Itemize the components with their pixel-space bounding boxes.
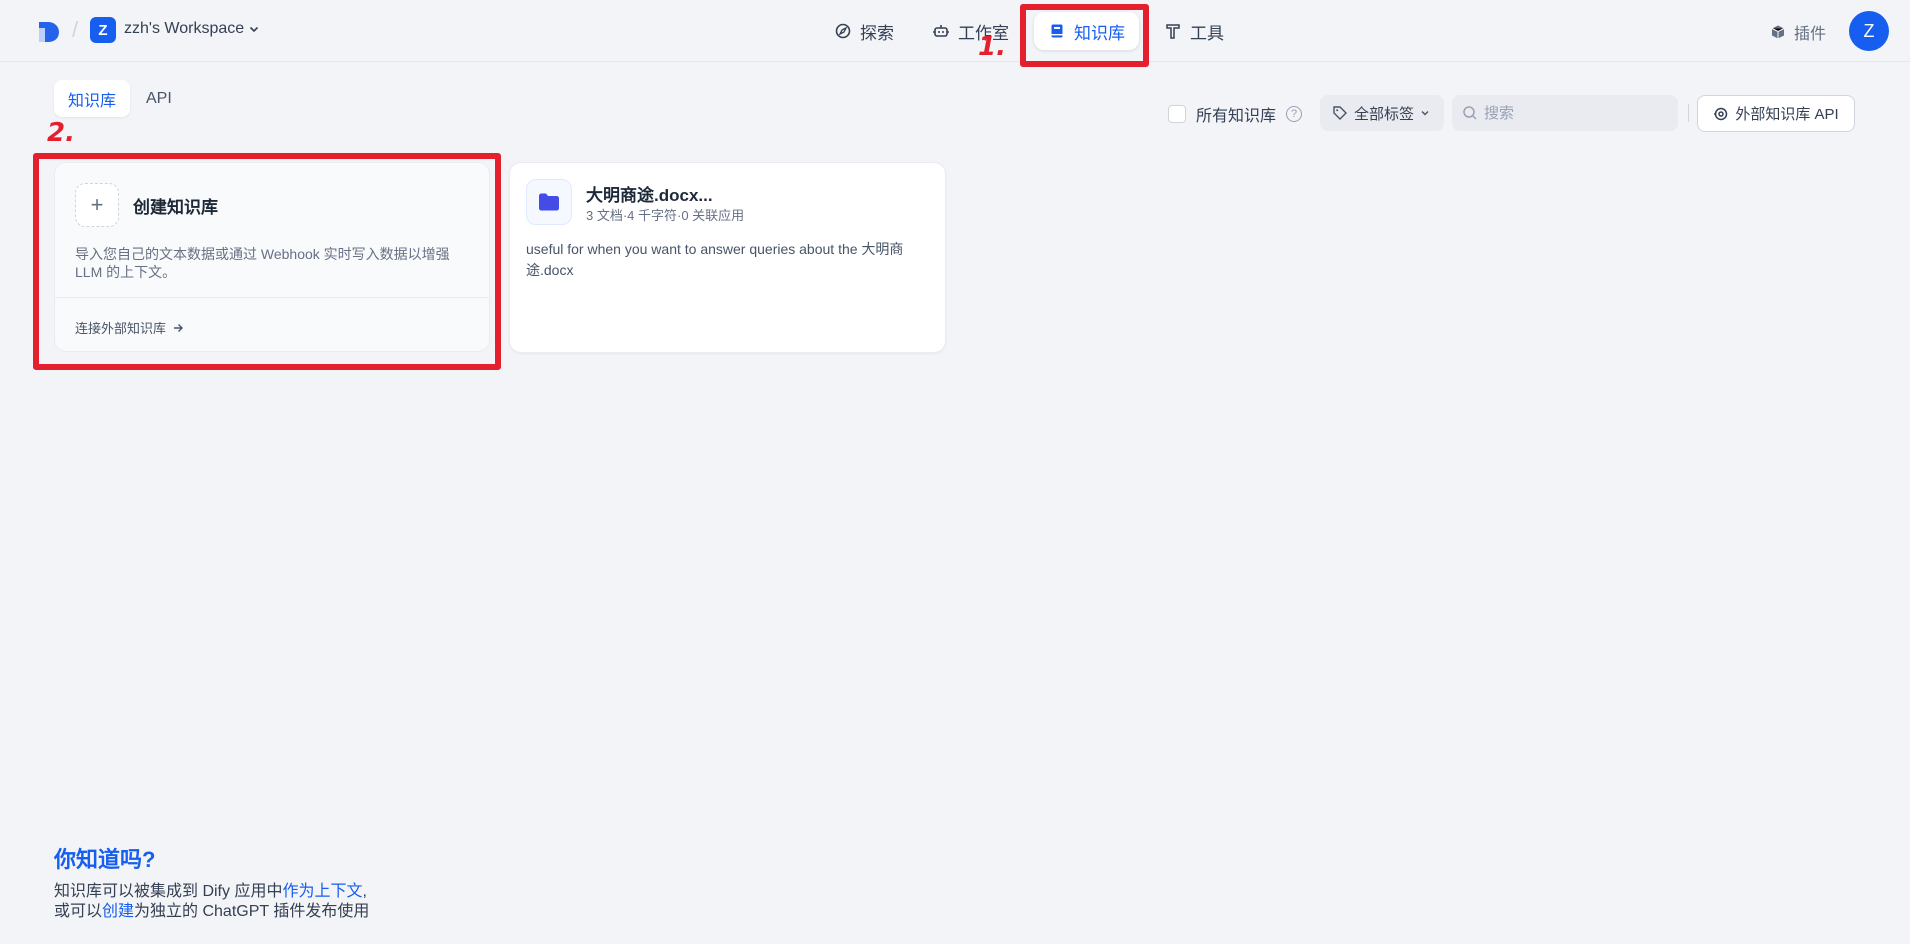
all-knowledge-label: 所有知识库 — [1196, 108, 1277, 125]
hammer-icon — [1166, 24, 1180, 39]
annotation-label-1: 1. — [978, 32, 1006, 62]
user-avatar[interactable]: Z — [1849, 11, 1889, 51]
nav-tools[interactable]: 工具 — [1150, 12, 1238, 50]
all-knowledge-filter[interactable]: 所有知识库 ? — [1168, 102, 1303, 126]
dataset-description: useful for when you want to answer queri… — [526, 241, 904, 278]
tab-api[interactable]: API — [132, 80, 186, 117]
chevron-down-icon — [1421, 111, 1429, 116]
tip-title: 你知道吗? — [54, 847, 156, 872]
tag-icon — [1333, 106, 1347, 120]
robot-icon — [933, 25, 949, 37]
folder-icon — [526, 179, 572, 225]
nav-explore[interactable]: 探索 — [820, 12, 908, 50]
workspace-avatar[interactable]: Z — [90, 17, 116, 43]
nav-studio[interactable]: 工作室 — [918, 12, 1023, 50]
top-header: / Z zzh's Workspace 探索 工作室 知识库 工具 插件 Z — [0, 0, 1910, 62]
dataset-title: 大明商途.docx... — [586, 186, 713, 205]
workspace-switcher[interactable]: zzh's Workspace — [124, 20, 260, 38]
tab-knowledge[interactable]: 知识库 — [54, 80, 131, 117]
nav-tools-label: 工具 — [1190, 23, 1224, 43]
toolbar-divider — [1688, 104, 1689, 122]
tip-line-2-text: 或可以 — [54, 903, 103, 920]
dify-logo[interactable] — [36, 19, 62, 45]
search-input[interactable] — [1484, 104, 1664, 122]
plugins-button[interactable]: 插件 — [1770, 20, 1826, 44]
compass-icon — [835, 23, 851, 39]
create-plugin-link[interactable]: 创建 — [102, 903, 134, 920]
annotation-box-2 — [33, 153, 501, 370]
tag-filter-label: 全部标签 — [1354, 105, 1415, 123]
external-knowledge-api-button[interactable]: 外部知识库 API — [1697, 95, 1855, 132]
api-connection-icon — [1714, 107, 1728, 120]
dataset-meta: 3 文档·4 千字符·0 关联应用 — [586, 208, 745, 223]
dataset-card[interactable]: 大明商途.docx... 3 文档·4 千字符·0 关联应用 useful fo… — [509, 162, 946, 353]
cube-icon — [1771, 25, 1785, 39]
tip-line-2: 或可以创建为独立的 ChatGPT 插件发布使用 — [54, 897, 369, 921]
tag-filter-dropdown[interactable]: 全部标签 — [1320, 95, 1444, 131]
tip-line-2-suffix: 为独立的 ChatGPT 插件发布使用 — [134, 903, 370, 920]
workspace-name: zzh's Workspace — [124, 20, 245, 37]
annotation-label-2: 2. — [47, 118, 75, 148]
annotation-box-1 — [1020, 4, 1149, 67]
plugins-label: 插件 — [1794, 26, 1827, 43]
help-icon[interactable]: ? — [1286, 106, 1303, 122]
nav-explore-label: 探索 — [860, 23, 894, 43]
search-box — [1452, 95, 1678, 131]
search-icon — [1463, 106, 1477, 120]
chevron-down-icon — [250, 26, 259, 33]
external-knowledge-api-label: 外部知识库 API — [1735, 106, 1839, 123]
breadcrumb-separator: / — [72, 17, 79, 42]
all-knowledge-checkbox[interactable] — [1168, 105, 1186, 123]
